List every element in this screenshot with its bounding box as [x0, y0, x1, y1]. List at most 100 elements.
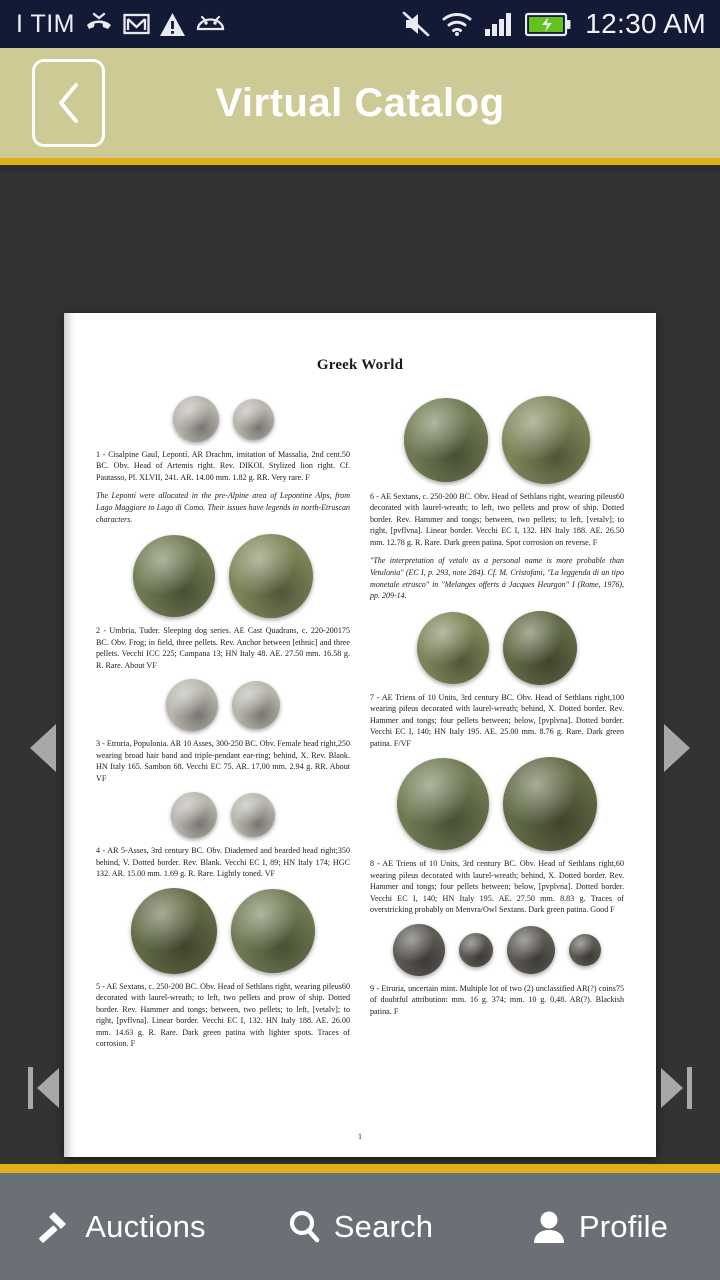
coin-images	[370, 923, 624, 976]
entry-text: 3 - Etruria, Populonia. AR 10 Asses, 300…	[96, 739, 350, 783]
coin-image	[417, 611, 489, 684]
entry-text: 1 - Cisalpine Gaul, Lepontí. AR Drachm, …	[96, 450, 350, 482]
coin-image	[133, 535, 215, 618]
bottom-navigation-bar: Auctions Search Profile	[0, 1164, 720, 1280]
coin-image	[459, 932, 493, 967]
catalog-entry: 50 1 - Cisalpine Gaul, Lepontí. AR Drach…	[96, 449, 350, 483]
back-button[interactable]	[32, 59, 105, 147]
entry-price: 250	[337, 739, 350, 749]
coin-image	[232, 398, 274, 440]
coin-image	[166, 679, 218, 732]
last-page-button[interactable]	[661, 1067, 692, 1109]
entry-price: 60	[615, 859, 624, 869]
next-page-button[interactable]	[664, 724, 690, 772]
coin-images	[96, 679, 350, 732]
catalog-entry: 250 3 - Etruria, Populonia. AR 10 Asses,…	[96, 738, 350, 784]
entry-text: 7 - AE Triens of 10 Units, 3rd century B…	[370, 692, 624, 748]
status-bar-left: I TIM	[16, 10, 226, 39]
coin-images	[96, 792, 350, 839]
coin-image	[393, 923, 445, 976]
tab-label-profile: Profile	[578, 1208, 669, 1244]
person-icon	[533, 1211, 564, 1243]
document-heading: Greek World	[316, 357, 404, 373]
catalog-entry: 60 6 - AE Sextans, c. 250-200 BC. Obv. H…	[370, 491, 624, 548]
right-column: 60 6 - AE Sextans, c. 250-200 BC. Obv. H…	[370, 388, 624, 1055]
status-bar-clock: 12:30 AM	[585, 8, 706, 39]
tab-profile[interactable]: Profile	[480, 1173, 720, 1280]
carrier-label: I TIM	[16, 9, 75, 38]
coin-images	[96, 396, 350, 442]
android-icon	[196, 15, 225, 31]
triangle-left-icon	[37, 1068, 59, 1108]
cellular-signal-icon	[485, 13, 512, 36]
entry-text: 4 - AR 5-Asses, 3rd century BC. Obv. Dia…	[96, 846, 350, 879]
entry-price: 100	[611, 692, 624, 702]
first-page-button[interactable]	[28, 1067, 59, 1109]
entry-note: The Lepontí were allocated in the pre-Al…	[96, 491, 350, 524]
coin-images	[96, 534, 350, 619]
entry-price: 50	[341, 450, 350, 459]
entry-text: 9 - Etruria, uncertain mint. Multiple lo…	[370, 983, 624, 1016]
chevron-left-icon	[58, 83, 78, 123]
tab-auctions[interactable]: Auctions	[0, 1173, 240, 1280]
volume-mute-icon	[402, 11, 430, 37]
triangle-left-icon	[30, 724, 56, 772]
triangle-right-icon	[664, 724, 690, 772]
page-title: Virtual Catalog	[215, 80, 505, 125]
catalog-entry: 100 7 - AE Triens of 10 Units, 3rd centu…	[370, 692, 624, 749]
coin-image	[229, 534, 313, 619]
status-bar-right: 12:30 AM	[402, 8, 706, 40]
coin-image	[503, 757, 597, 852]
coin-image	[232, 681, 280, 730]
entry-price: 350	[337, 846, 350, 856]
warning-icon	[159, 12, 185, 36]
coin-image	[172, 396, 219, 442]
tab-label-search: Search	[333, 1208, 434, 1244]
coin-image	[131, 887, 217, 974]
coin-image	[502, 396, 590, 484]
entry-price: 60	[615, 492, 624, 501]
coin-image	[507, 925, 555, 974]
entry-text: 8 - AE Triens of 10 Units, 3rd century B…	[370, 859, 624, 915]
entry-text: 5 - AE Sextans, c. 250-200 BC. Obv. Head…	[96, 981, 350, 1048]
tab-search[interactable]: Search	[240, 1173, 480, 1280]
entry-price: 175	[337, 626, 350, 636]
coin-image	[503, 610, 577, 685]
prev-page-button[interactable]	[30, 724, 56, 772]
catalog-entry: 350 4 - AR 5-Asses, 3rd century BC. Obv.…	[96, 845, 350, 879]
coin-image	[171, 792, 217, 839]
coin-image	[404, 398, 488, 482]
left-column: 50 1 - Cisalpine Gaul, Lepontí. AR Drach…	[96, 388, 350, 1055]
coin-image	[231, 888, 315, 973]
skip-bar-icon	[687, 1067, 692, 1109]
gmail-icon	[123, 13, 150, 35]
battery-charging-icon	[525, 12, 571, 36]
catalog-entry: 60 5 - AE Sextans, c. 250-200 BC. Obv. H…	[96, 981, 350, 1050]
triangle-right-icon	[661, 1068, 683, 1108]
page-columns: 50 1 - Cisalpine Gaul, Lepontí. AR Drach…	[86, 388, 634, 1055]
entry-text: 6 - AE Sextans, c. 250-200 BC. Obv. Head…	[370, 492, 624, 547]
coin-images	[370, 396, 624, 484]
app-root: I TIM 12:30 AM Virtual Catalog Greek Wor…	[0, 0, 720, 1280]
page-folio-number: 1	[357, 1131, 363, 1141]
coin-images	[370, 757, 624, 852]
catalog-entry: 175 2 - Umbria, Tuder. Sleeping dog seri…	[96, 625, 350, 671]
entry-price: 75	[615, 983, 624, 993]
gavel-icon	[39, 1211, 67, 1243]
catalog-entry: 60 8 - AE Triens of 10 Units, 3rd centur…	[370, 858, 624, 915]
catalog-page[interactable]: Greek World 50 1 - Cisalpine Gaul, Lepon…	[64, 313, 656, 1157]
tab-label-auctions: Auctions	[85, 1208, 206, 1244]
coin-images	[96, 887, 350, 974]
skip-bar-icon	[28, 1067, 33, 1109]
wifi-icon	[442, 12, 472, 36]
search-icon	[289, 1210, 320, 1242]
coin-image	[397, 758, 489, 851]
catalog-viewer[interactable]: Greek World 50 1 - Cisalpine Gaul, Lepon…	[0, 172, 720, 1164]
app-header: Virtual Catalog	[0, 48, 720, 165]
catalog-entry: 75 9 - Etruria, uncertain mint. Multiple…	[370, 983, 624, 1017]
coin-image	[231, 793, 275, 838]
coin-image	[569, 933, 601, 966]
entry-price: 60	[341, 981, 350, 991]
entry-note: "The interpretation of vetalv as a perso…	[370, 556, 624, 601]
coin-images	[370, 610, 624, 685]
